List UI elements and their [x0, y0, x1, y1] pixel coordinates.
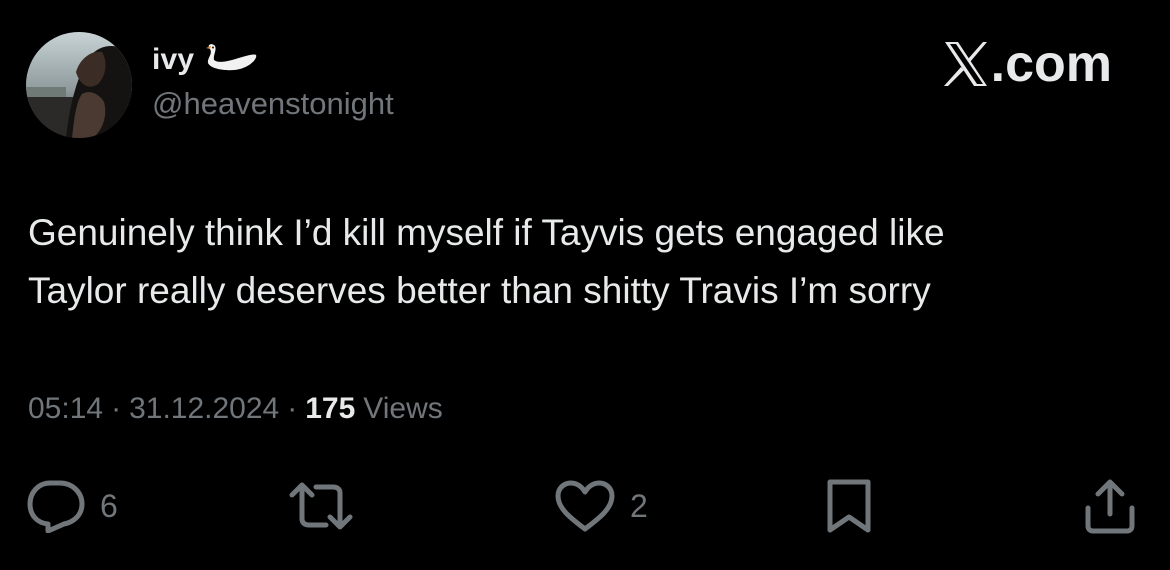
brand-watermark: .com [943, 34, 1112, 94]
views-label[interactable]: Views [363, 392, 442, 426]
tweet-time[interactable]: 05:14 [28, 392, 103, 426]
bookmark-button[interactable] [820, 478, 880, 534]
like-button[interactable]: 2 [554, 478, 648, 534]
like-count: 2 [630, 487, 648, 524]
views-count[interactable]: 175 [305, 392, 355, 426]
share-button[interactable] [1080, 478, 1140, 534]
swan-icon [202, 43, 258, 78]
reply-icon [26, 479, 86, 533]
retweet-button[interactable] [286, 478, 356, 534]
tweet-date[interactable]: 31.12.2024 [129, 392, 279, 426]
display-name-row[interactable]: ivy [152, 40, 258, 80]
display-name[interactable]: ivy [152, 43, 194, 77]
meta-separator: · [111, 392, 122, 425]
heart-icon [554, 479, 616, 533]
bookmark-icon [820, 478, 880, 534]
x-logo-icon [943, 40, 989, 88]
avatar-photo [26, 32, 132, 138]
tweet-text: Genuinely think I’d kill myself if Tayvi… [28, 212, 945, 311]
share-icon [1080, 478, 1140, 534]
reply-count: 6 [100, 487, 118, 524]
handle[interactable]: @heavenstonight [152, 86, 394, 122]
reply-button[interactable]: 6 [26, 478, 118, 534]
brand-domain: .com [990, 35, 1112, 93]
tweet-meta: 05:14 · 31.12.2024 · 175 Views [28, 392, 443, 426]
avatar[interactable] [26, 32, 132, 138]
retweet-icon [286, 479, 356, 533]
meta-separator: · [287, 392, 298, 425]
